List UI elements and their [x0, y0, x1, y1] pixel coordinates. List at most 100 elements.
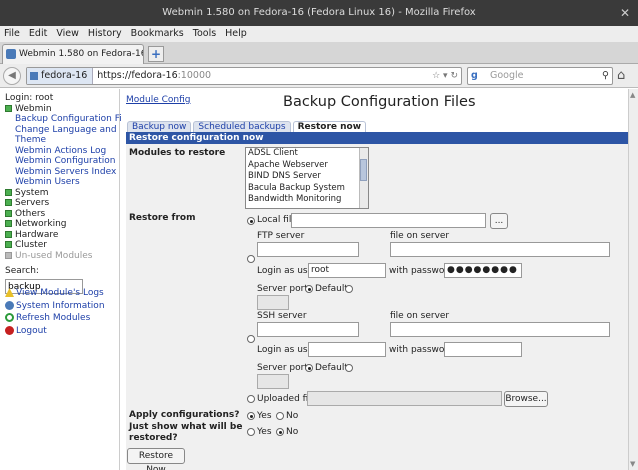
site-identity[interactable]: fedora-16: [27, 68, 94, 84]
google-icon[interactable]: g: [471, 68, 478, 84]
link-change-language-theme[interactable]: Theme: [15, 135, 46, 145]
link-backup-config[interactable]: Backup Configuration Files: [15, 114, 135, 124]
local-file-radio[interactable]: [247, 217, 255, 225]
module-option[interactable]: Bandwidth Monitoring: [246, 194, 368, 206]
restore-now-button[interactable]: Restore Now: [127, 448, 185, 470]
ftp-file-input[interactable]: [390, 242, 610, 257]
url-port: :10000: [177, 70, 212, 81]
scroll-up-icon[interactable]: ▲: [630, 91, 635, 99]
ftp-password-input[interactable]: ●●●●●●●●: [444, 263, 522, 278]
tab-scheduled-backups[interactable]: Scheduled backups: [193, 121, 291, 132]
apply-no-label: No: [286, 411, 299, 421]
modules-label: Modules to restore: [129, 148, 226, 158]
link-view-module-logs[interactable]: View Module's Logs: [16, 288, 104, 298]
ftp-port-default-radio[interactable]: [305, 285, 313, 293]
show-yes-radio[interactable]: [247, 428, 255, 436]
category-webmin[interactable]: Webmin: [5, 104, 119, 115]
ssh-server-radio[interactable]: [247, 335, 255, 343]
link-webmin-users[interactable]: Webmin Users: [15, 177, 80, 187]
back-arrow-icon[interactable]: ◀: [3, 67, 21, 85]
uploaded-file-radio[interactable]: [247, 395, 255, 403]
apply-yes-label: Yes: [257, 411, 272, 421]
restore-form: Modules to restore ADSL Client Apache We…: [126, 144, 628, 470]
warning-icon: [5, 288, 14, 297]
link-system-information[interactable]: System Information: [16, 301, 105, 311]
category-icon: [5, 230, 12, 238]
link-change-language[interactable]: Change Language and: [15, 125, 117, 135]
module-config-link[interactable]: Module Config: [126, 95, 190, 105]
ssh-file-input[interactable]: [390, 322, 610, 337]
ssh-port-input[interactable]: [257, 374, 289, 389]
link-logout[interactable]: Logout: [16, 326, 47, 336]
search-bar[interactable]: g Google ⚲: [467, 67, 613, 85]
ftp-port-custom-radio[interactable]: [345, 285, 353, 293]
browse-button[interactable]: Browse...: [504, 391, 548, 407]
link-webmin-configuration[interactable]: Webmin Configuration: [15, 156, 116, 166]
local-file-browse-button[interactable]: ...: [490, 213, 508, 229]
scrollbar-thumb[interactable]: [360, 159, 367, 181]
uploaded-file-input[interactable]: [307, 391, 502, 406]
category-others[interactable]: Others: [5, 209, 119, 220]
module-option[interactable]: Bacula Backup System: [246, 183, 368, 195]
window-titlebar: Webmin 1.580 on Fedora-16 (Fedora Linux …: [0, 0, 638, 26]
new-tab-button[interactable]: +: [148, 46, 164, 62]
module-option[interactable]: BIND DNS Server: [246, 171, 368, 183]
menu-edit[interactable]: Edit: [29, 28, 47, 39]
local-file-input[interactable]: [291, 213, 486, 228]
modules-listbox[interactable]: ADSL Client Apache Webserver BIND DNS Se…: [245, 147, 369, 209]
menu-file[interactable]: File: [4, 28, 20, 39]
apply-no-radio[interactable]: [276, 412, 284, 420]
show-no-radio[interactable]: [276, 428, 284, 436]
menu-bookmarks[interactable]: Bookmarks: [131, 28, 184, 39]
ssh-server-input[interactable]: [257, 322, 359, 337]
close-icon[interactable]: ✕: [620, 0, 630, 26]
ssh-password-input[interactable]: [444, 342, 522, 357]
menu-view[interactable]: View: [56, 28, 79, 39]
category-servers[interactable]: Servers: [5, 198, 119, 209]
menu-bar: File Edit View History Bookmarks Tools Help: [0, 26, 638, 42]
category-icon: [5, 251, 12, 259]
link-webmin-servers-index[interactable]: Webmin Servers Index: [15, 167, 116, 177]
dropdown-arrow-icon[interactable]: ▾: [443, 71, 448, 81]
magnifier-icon[interactable]: ⚲: [602, 68, 609, 84]
module-option[interactable]: ADSL Client: [246, 148, 368, 160]
module-option[interactable]: Apache Webserver: [246, 160, 368, 172]
home-icon[interactable]: ⌂: [617, 68, 633, 84]
ftp-user-input[interactable]: root: [308, 263, 386, 278]
menu-tools[interactable]: Tools: [193, 28, 216, 39]
listbox-scrollbar[interactable]: [359, 148, 368, 208]
browser-tab[interactable]: Webmin 1.580 on Fedora-16 (F...: [2, 44, 144, 64]
category-icon: [5, 188, 12, 196]
bookmark-star-icon[interactable]: ☆: [432, 71, 440, 81]
ssh-port-default-label: Default: [315, 363, 348, 373]
reload-icon[interactable]: ↻: [450, 71, 458, 81]
category-networking[interactable]: Networking: [5, 219, 119, 230]
category-unused-modules[interactable]: Un-used Modules: [5, 251, 119, 262]
ftp-port-input[interactable]: [257, 295, 289, 310]
ftp-server-radio[interactable]: [247, 255, 255, 263]
link-refresh-modules[interactable]: Refresh Modules: [16, 313, 90, 323]
apply-yes-radio[interactable]: [247, 412, 255, 420]
menu-help[interactable]: Help: [225, 28, 247, 39]
scroll-down-icon[interactable]: ▼: [630, 460, 635, 468]
link-webmin-actions-log[interactable]: Webmin Actions Log: [15, 146, 106, 156]
ssh-port-custom-radio[interactable]: [345, 364, 353, 372]
webmin-favicon-icon: [6, 49, 16, 59]
ssh-port-default-radio[interactable]: [305, 364, 313, 372]
category-cluster[interactable]: Cluster: [5, 240, 119, 251]
show-label-line1: Just show what will be: [129, 422, 243, 432]
ssh-port-label: Server port: [257, 363, 308, 373]
info-icon: [5, 300, 14, 310]
ssh-user-input[interactable]: [308, 342, 386, 357]
show-yes-label: Yes: [257, 427, 272, 437]
category-system[interactable]: System: [5, 188, 119, 199]
tab-restore-now[interactable]: Restore now: [292, 121, 367, 132]
page-scrollbar[interactable]: ▲ ▼: [628, 89, 638, 470]
tab-backup-now[interactable]: Backup now: [127, 121, 192, 132]
menu-history[interactable]: History: [88, 28, 122, 39]
url-bar[interactable]: fedora-16 https://fedora-16:10000 ☆ ▾ ↻: [26, 67, 462, 85]
category-hardware[interactable]: Hardware: [5, 230, 119, 241]
url-host: https://fedora-16: [97, 70, 178, 81]
ftp-server-input[interactable]: [257, 242, 359, 257]
browser-tab-label: Webmin 1.580 on Fedora-16 (F...: [19, 49, 144, 59]
